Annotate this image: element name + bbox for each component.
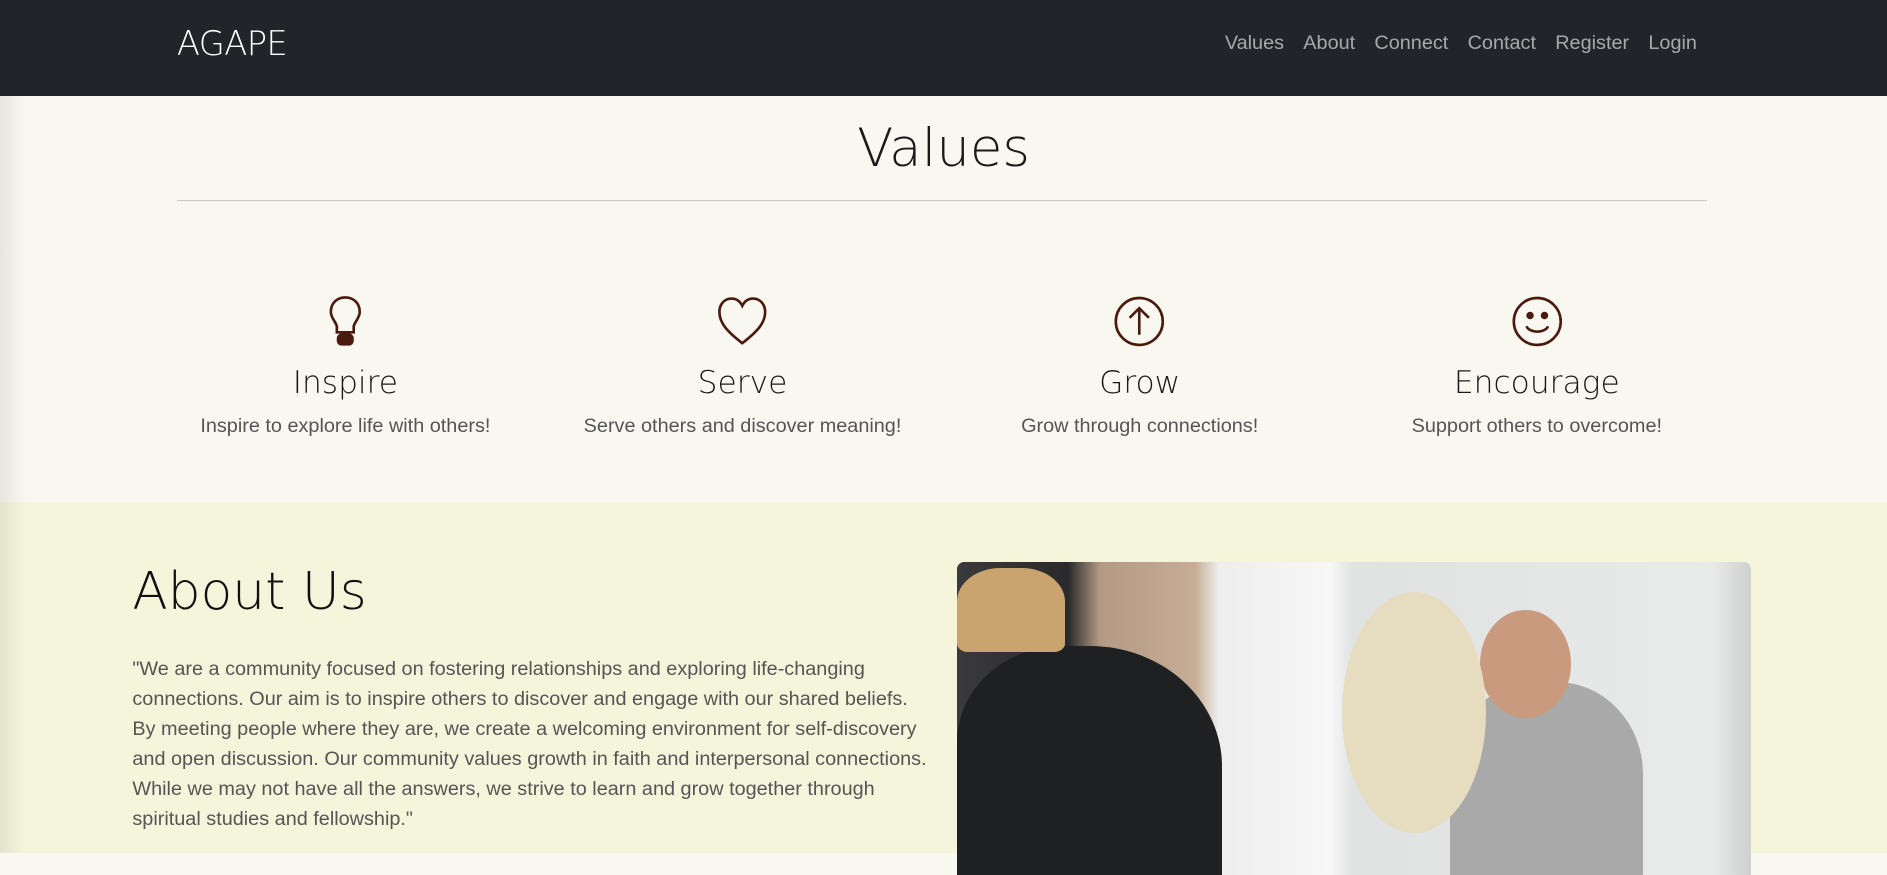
value-serve: Serve Serve others and discover meaning! [544,295,941,438]
value-encourage: Encourage Support others to overcome! [1338,295,1735,438]
value-title: Inspire [292,364,399,401]
value-title: Encourage [1453,364,1620,401]
value-text: Grow through connections! [1021,415,1259,438]
lightbulb-icon [329,295,362,346]
value-inspire: Inspire Inspire to explore life with oth… [147,295,544,438]
brand-logo[interactable]: AGAPE [177,24,288,63]
nav-link-login[interactable]: Login [1648,32,1697,55]
value-text: Support others to overcome! [1411,415,1662,438]
value-text: Inspire to explore life with others! [200,415,491,438]
arrow-up-circle-icon [1114,296,1165,347]
value-grow: Grow Grow through connections! [941,295,1338,438]
about-title: About Us [132,562,367,623]
page-edge-shadow [0,96,27,854]
smile-icon [1512,296,1562,347]
value-text: Serve others and discover meaning! [583,415,902,438]
heart-icon [718,297,767,345]
navbar: AGAPE Values About Connect Contact Regis… [0,0,1887,97]
nav-link-about[interactable]: About [1303,32,1355,55]
divider [176,199,1707,201]
about-photo [956,562,1752,875]
value-title: Grow [1099,364,1181,401]
value-title: Serve [697,364,788,401]
about-text: "We are a community focused on fostering… [132,657,927,830]
nav-link-values[interactable]: Values [1225,32,1284,55]
nav-link-connect[interactable]: Connect [1374,32,1448,55]
values-section: Values Inspire Inspire to explore life w… [0,96,1887,502]
values-title: Values [857,117,1031,179]
nav-link-contact[interactable]: Contact [1468,32,1536,55]
nav-link-register[interactable]: Register [1555,32,1629,55]
about-section: About Us "We are a community focused on … [0,501,1887,875]
nav-links: Values About Connect Contact Register Lo… [1225,32,1697,55]
